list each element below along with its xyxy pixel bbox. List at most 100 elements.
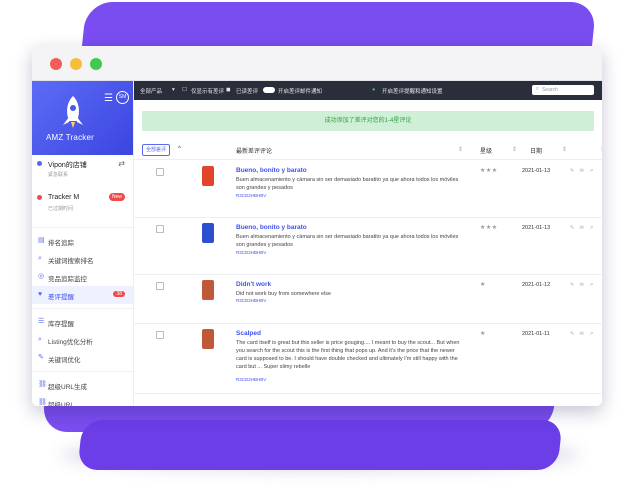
product-thumbnail[interactable] — [202, 166, 214, 186]
table-row[interactable]: Scalped The card itself is great but this… — [134, 323, 602, 394]
link-icon: ⛓ — [38, 399, 47, 406]
store-name: Vipon的店铺 — [48, 162, 87, 169]
sidebar-item-label: 竞品追踪监控 — [48, 276, 87, 283]
menu-icon[interactable]: ☰ — [104, 93, 113, 104]
review-date: 2021-01-13 — [522, 168, 551, 174]
target-icon: ◎ — [38, 273, 45, 280]
table-row[interactable]: Didn't work Did not work buy from somewhe… — [134, 274, 602, 324]
sidebar-item[interactable]: ◎ 竞品追踪监控 — [32, 268, 133, 286]
avatar[interactable]: SM — [116, 91, 129, 104]
app-body: AMZ Tracker ☰ SM Vipon的店铺 紧急联系 ⇄ Tracker… — [32, 81, 602, 406]
filter-option-1[interactable]: 仅显示有差评 — [191, 87, 224, 95]
sidebar: AMZ Tracker ☰ SM Vipon的店铺 紧急联系 ⇄ Tracker… — [32, 81, 134, 406]
review-date: 2021-01-11 — [522, 331, 550, 337]
review-id[interactable]: R3CD2HBHBV — [236, 377, 266, 382]
store-dot-icon — [37, 195, 42, 200]
review-id[interactable]: R3CD2HBHBV — [236, 193, 266, 198]
product-thumbnail[interactable] — [202, 280, 214, 300]
row-checkbox[interactable] — [156, 282, 164, 290]
sort-icon[interactable]: ⇕ — [512, 146, 517, 153]
review-date: 2021-01-12 — [522, 282, 551, 288]
divider — [32, 308, 133, 309]
sidebar-item-label: 库存提醒 — [48, 321, 74, 328]
row-checkbox[interactable] — [156, 331, 164, 339]
col-rating: 星级 — [480, 149, 493, 155]
filter-option-2[interactable]: 已读差评 — [236, 87, 258, 95]
table-header: 全部差评 ^ 最新差评评论 ⇕ 星级 ⇕ 日期 ⇕ ⇕ — [134, 141, 602, 160]
rocket-icon — [63, 96, 83, 128]
brand-name: AMZ Tracker — [46, 133, 94, 142]
sidebar-item[interactable]: ♥ 差评提醒 38 — [32, 286, 133, 304]
sidebar-item[interactable]: ⌕ 关键词搜索排名 — [32, 250, 133, 268]
store-item-2[interactable]: Tracker M 已过期时间 New — [32, 189, 133, 223]
list-icon: ☰ — [38, 318, 45, 325]
review-id[interactable]: R3CD2HBHBV — [236, 298, 266, 303]
review-title[interactable]: Bueno, bonito y barato — [236, 167, 307, 174]
divider — [32, 227, 133, 228]
sidebar-item[interactable]: ✎ 关键词优化 — [32, 349, 133, 367]
toggle-label: 开启差评邮件通知 — [278, 89, 323, 95]
checkbox-icon[interactable]: ☐ — [182, 87, 187, 93]
star-rating: ★ — [480, 282, 486, 288]
wechat-icon: ● — [372, 87, 376, 93]
count-badge: 38 — [113, 291, 125, 297]
row-actions[interactable]: ✎ ✉ ↗ — [570, 225, 595, 231]
review-title[interactable]: Bueno, bonito y barato — [236, 224, 307, 231]
sidebar-item[interactable]: ⌕ Listing优化分析 — [32, 331, 133, 349]
switch-icon[interactable]: ⇄ — [118, 159, 125, 168]
product-thumbnail[interactable] — [202, 223, 214, 243]
sidebar-item-label: 关键词搜索排名 — [48, 258, 94, 265]
filter-button[interactable]: 全部差评 — [142, 144, 171, 156]
sidebar-item-label: 差评提醒 — [48, 294, 74, 301]
search-icon: ⌕ — [38, 336, 42, 343]
sidebar-item-label: Listing优化分析 — [48, 339, 93, 346]
search-icon: ⌕ — [535, 86, 539, 92]
link-icon: ⛓ — [38, 381, 47, 388]
row-actions[interactable]: ✎ ✉ ↗ — [570, 168, 595, 174]
table-row[interactable]: Bueno, bonito y barato Buen almacenamient… — [134, 217, 602, 275]
row-actions[interactable]: ✎ ✉ ↗ — [570, 331, 595, 337]
sidebar-item[interactable]: ⛓ 超级URL生成 — [32, 376, 133, 394]
product-thumbnail[interactable] — [202, 329, 214, 349]
maximize-dot[interactable] — [90, 58, 102, 70]
store-sub: 已过期时间 — [48, 206, 74, 212]
sidebar-item[interactable]: ⛓ 超级URL — [32, 394, 133, 406]
sidebar-header: AMZ Tracker ☰ SM — [32, 81, 133, 155]
row-checkbox[interactable] — [156, 168, 164, 176]
store-name: Tracker M — [48, 194, 80, 201]
new-badge: New — [108, 193, 125, 201]
product-select[interactable]: 全部产品 — [140, 87, 162, 95]
sort-icon[interactable]: ⇕ — [458, 146, 463, 153]
minimize-dot[interactable] — [70, 58, 82, 70]
close-dot[interactable] — [50, 58, 62, 70]
star-rating: ★★★ — [480, 168, 498, 174]
store-sub: 紧急联系 — [48, 172, 69, 178]
sidebar-item[interactable]: ▤ 排名追踪 — [32, 232, 133, 250]
row-actions[interactable]: ✎ ✉ ↗ — [570, 282, 595, 288]
review-title[interactable]: Scalped — [236, 330, 261, 337]
star-rating: ★★★ — [480, 225, 498, 231]
store-dot-icon — [37, 161, 42, 166]
chart-icon: ▤ — [38, 237, 45, 244]
review-text: The card itself is great but this seller… — [236, 340, 460, 370]
sidebar-item-label: 关键词优化 — [48, 357, 81, 364]
review-id[interactable]: R3CD2HBHBV — [236, 250, 266, 255]
row-checkbox[interactable] — [156, 225, 164, 233]
review-text: Buen almacenamiento y cámara sin ser dem… — [236, 177, 459, 191]
table-row[interactable]: Bueno, bonito y barato Buen almacenamient… — [134, 160, 602, 218]
read-icon[interactable]: ◼ — [226, 87, 231, 93]
app-window: AMZ Tracker ☰ SM Vipon的店铺 紧急联系 ⇄ Tracker… — [32, 46, 602, 406]
search-input[interactable]: Search — [532, 85, 594, 95]
review-title[interactable]: Didn't work — [236, 281, 271, 288]
notice-settings-link[interactable]: 开启差评提醒和通知设置 — [382, 87, 443, 95]
sidebar-item[interactable]: ☰ 库存提醒 — [32, 313, 133, 331]
chevron-up-icon[interactable]: ^ — [178, 146, 181, 152]
store-item-1[interactable]: Vipon的店铺 紧急联系 ⇄ — [32, 155, 133, 189]
notify-toggle[interactable] — [263, 87, 275, 93]
sort-icon[interactable]: ⇕ — [562, 146, 567, 153]
chevron-down-icon[interactable]: ▾ — [172, 87, 175, 93]
search-icon: ⌕ — [38, 255, 42, 262]
main-content: 全部产品 ▾ ☐ 仅显示有差评 ◼ 已读差评 开启差评邮件通知 ● 开启差评提醒… — [134, 81, 602, 406]
sort-icon[interactable]: ⇕ — [600, 146, 602, 153]
heart-icon: ♥ — [38, 291, 43, 298]
